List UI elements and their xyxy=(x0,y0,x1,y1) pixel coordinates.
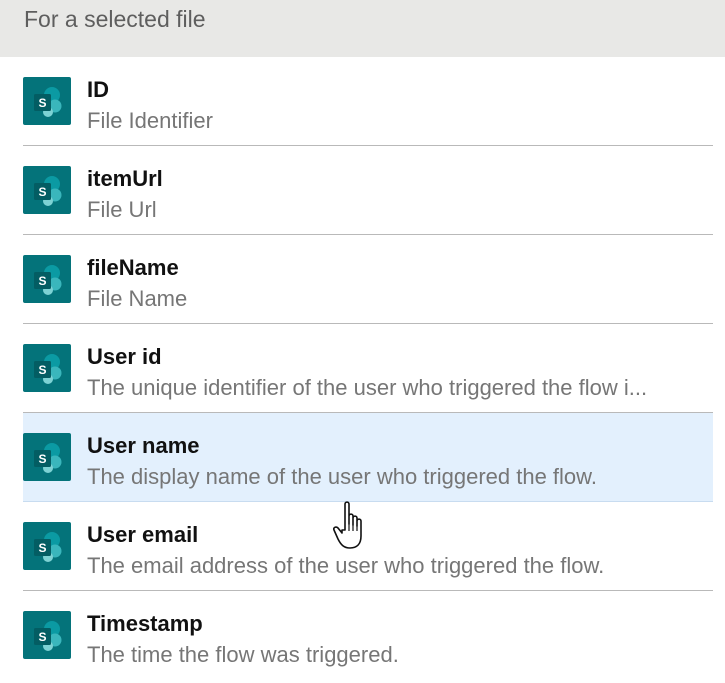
list-item-user-id[interactable]: S User id The unique identifier of the u… xyxy=(23,324,713,413)
item-title: User name xyxy=(87,433,200,458)
item-title: ID xyxy=(87,77,109,102)
list-item-user-name[interactable]: S User name The display name of the user… xyxy=(23,413,713,502)
svg-text:S: S xyxy=(38,541,46,555)
sharepoint-icon: S xyxy=(23,344,71,392)
list-item-filename[interactable]: S fileName File Name xyxy=(23,235,713,324)
item-description: The email address of the user who trigge… xyxy=(87,553,605,578)
svg-text:S: S xyxy=(38,630,46,644)
item-description: File Name xyxy=(87,286,188,311)
item-title: User email xyxy=(87,522,199,547)
svg-text:S: S xyxy=(38,274,46,288)
svg-text:S: S xyxy=(38,363,46,377)
list-item-id[interactable]: S ID File Identifier xyxy=(23,57,713,146)
dynamic-content-list: S ID File Identifier S itemUrl File Url xyxy=(0,57,725,680)
item-title: Timestamp xyxy=(87,611,203,636)
item-description: The display name of the user who trigger… xyxy=(87,464,597,489)
item-description: File Url xyxy=(87,197,157,222)
list-item-timestamp[interactable]: S Timestamp The time the flow was trigge… xyxy=(23,591,713,680)
item-title: fileName xyxy=(87,255,179,280)
item-title: itemUrl xyxy=(87,166,163,191)
svg-text:S: S xyxy=(38,452,46,466)
list-item-itemurl[interactable]: S itemUrl File Url xyxy=(23,146,713,235)
list-item-user-email[interactable]: S User email The email address of the us… xyxy=(23,502,713,591)
item-title: User id xyxy=(87,344,162,369)
sharepoint-icon: S xyxy=(23,611,71,659)
svg-text:S: S xyxy=(38,96,46,110)
svg-text:S: S xyxy=(38,185,46,199)
dynamic-content-panel: For a selected file S ID File Identifier xyxy=(0,0,725,683)
sharepoint-icon: S xyxy=(23,255,71,303)
sharepoint-icon: S xyxy=(23,433,71,481)
sharepoint-icon: S xyxy=(23,166,71,214)
section-header: For a selected file xyxy=(0,0,725,57)
sharepoint-icon: S xyxy=(23,522,71,570)
item-description: File Identifier xyxy=(87,108,213,133)
item-description: The time the flow was triggered. xyxy=(87,642,399,667)
sharepoint-icon: S xyxy=(23,77,71,125)
item-description: The unique identifier of the user who tr… xyxy=(87,375,648,400)
